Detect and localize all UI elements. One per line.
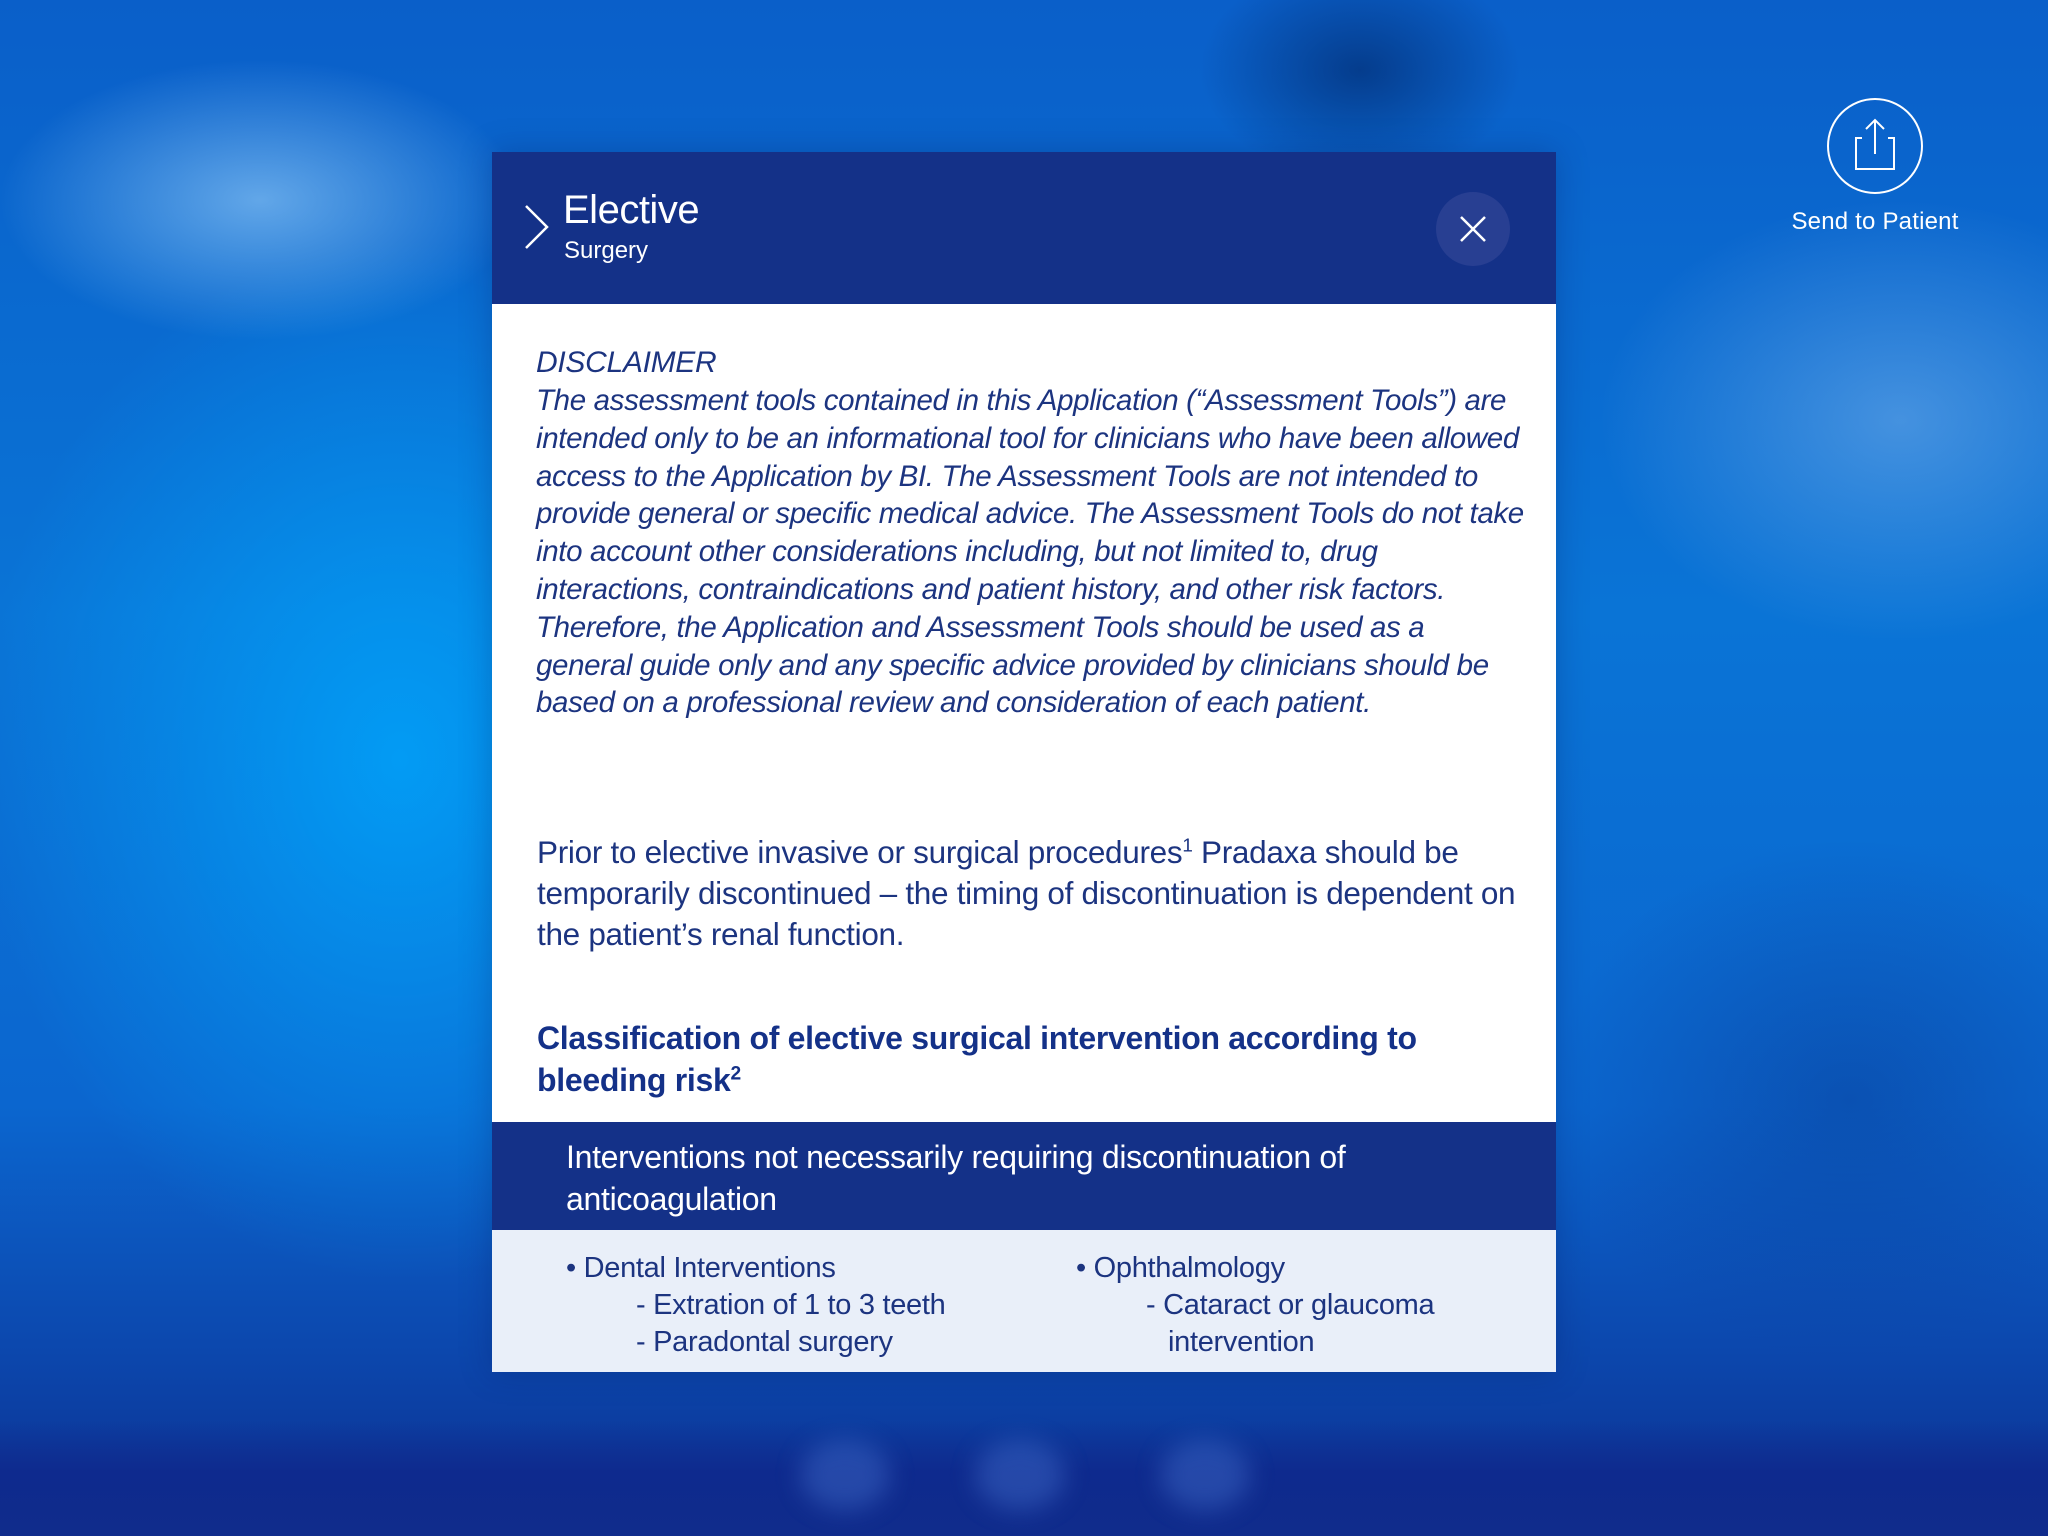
- table-header-text: Interventions not necessarily requiring …: [566, 1139, 1346, 1217]
- disclaimer-title: DISCLAIMER: [536, 346, 717, 379]
- reference-2: 2: [730, 1063, 742, 1085]
- list-subitem: - Cataract or glaucoma: [1146, 1289, 1435, 1321]
- close-button[interactable]: [1436, 192, 1510, 266]
- section-heading: Classification of elective surgical inte…: [537, 1017, 1497, 1101]
- modal-title: Elective: [563, 188, 700, 232]
- dock-bar: [0, 1420, 2048, 1536]
- reference-1: 1: [1182, 835, 1193, 857]
- list-subitem: - Paradontal surgery: [636, 1326, 893, 1358]
- close-icon: [1460, 216, 1486, 242]
- disclaimer-body: The assessment tools contained in this A…: [536, 384, 1524, 720]
- send-circle[interactable]: [1827, 98, 1923, 194]
- intro-paragraph: Prior to elective invasive or surgical p…: [537, 832, 1517, 955]
- section-heading-text: Classification of elective surgical inte…: [537, 1020, 1417, 1098]
- intro-text-start: Prior to elective invasive or surgical p…: [537, 834, 1183, 870]
- dock-blur-shape: [975, 1440, 1065, 1510]
- list-subitem-continued: intervention: [1168, 1326, 1315, 1358]
- elective-surgery-modal: Elective Surgery DISCLAIMER The assessme…: [492, 152, 1556, 1372]
- list-item: • Ophthalmology: [1076, 1252, 1285, 1284]
- modal-subtitle: Surgery: [564, 237, 649, 264]
- send-to-patient-button[interactable]: Send to Patient: [1770, 96, 1980, 246]
- table-column-dental: • Dental Interventions - Extration of 1 …: [566, 1250, 946, 1361]
- list-subitem: - Extration of 1 to 3 teeth: [636, 1289, 946, 1321]
- send-to-patient-label: Send to Patient: [1791, 208, 1959, 235]
- table-body: • Dental Interventions - Extration of 1 …: [492, 1230, 1556, 1372]
- chevron-right-icon: [525, 205, 549, 249]
- list-item: • Dental Interventions: [566, 1252, 836, 1284]
- dock-blur-shape: [800, 1440, 890, 1510]
- table-header: Interventions not necessarily requiring …: [492, 1122, 1556, 1230]
- share-icon: [1855, 118, 1895, 170]
- table-column-ophthalmology: • Ophthalmology - Cataract or glaucoma i…: [1076, 1250, 1435, 1361]
- dock-blur-shape: [1160, 1440, 1250, 1510]
- modal-header: Elective Surgery: [492, 152, 1556, 304]
